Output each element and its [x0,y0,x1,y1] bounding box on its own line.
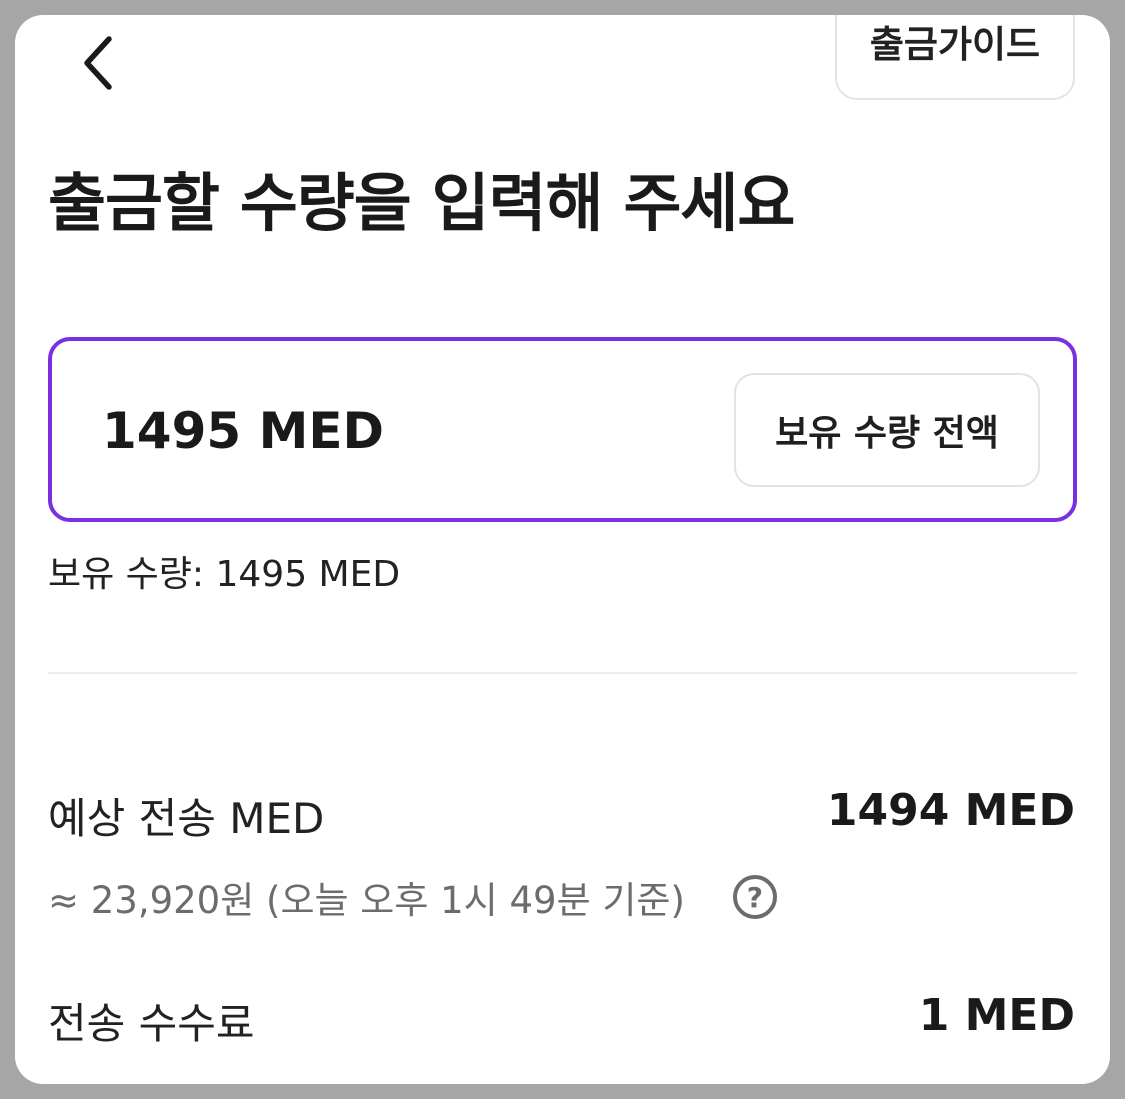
chevron-left-icon [84,36,112,90]
krw-estimate-row: ≈ 23,920원 (오늘 오후 1시 49분 기준) ? [48,870,777,924]
max-amount-button[interactable]: 보유 수량 전액 [734,373,1040,487]
withdraw-guide-button[interactable]: 출금가이드 [835,15,1075,100]
withdraw-sheet: 출금가이드 출금할 수량을 입력해 주세요 보유 수량 전액 보유 수량: 14… [15,15,1110,1084]
transfer-fee-value: 1 MED [918,990,1075,1041]
transfer-fee-label: 전송 수수료 [48,999,255,1048]
balance-text: 보유 수량: 1495 MED [48,554,401,595]
expected-transfer-value: 1494 MED [826,785,1075,836]
divider [48,672,1077,674]
page-title: 출금할 수량을 입력해 주세요 [48,167,795,240]
amount-input[interactable] [102,391,662,471]
expected-transfer-label: 예상 전송 MED [48,794,325,843]
question-circle-icon[interactable]: ? [732,875,777,919]
krw-estimate-text: ≈ 23,920원 (오늘 오후 1시 49분 기준) [48,879,685,922]
amount-input-box: 보유 수량 전액 [48,337,1077,522]
back-button[interactable] [67,31,131,95]
